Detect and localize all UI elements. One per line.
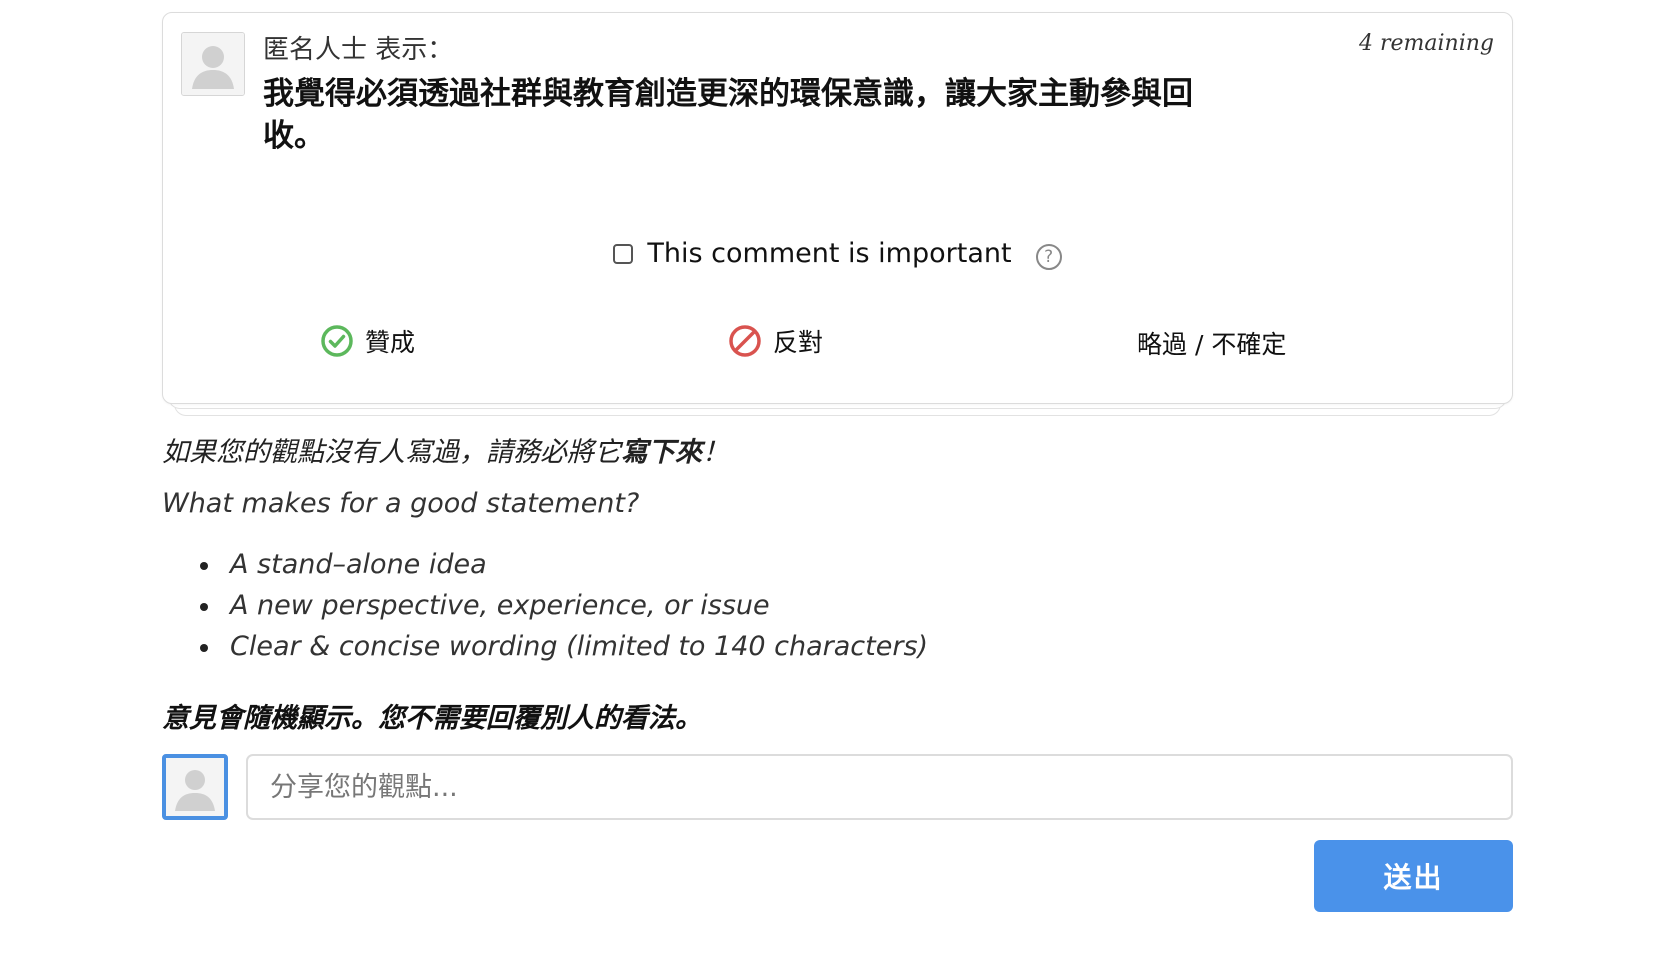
user-avatar-icon [162, 754, 228, 820]
statement-tips-list: A stand–alone idea A new perspective, ex… [196, 544, 928, 667]
list-item: A stand–alone idea [196, 544, 928, 585]
important-checkbox[interactable] [613, 244, 634, 264]
pass-label: 略過 / 不確定 [1137, 330, 1287, 359]
agree-label: 贊成 [365, 328, 416, 357]
agree-button[interactable]: 贊成 [321, 323, 415, 359]
random-order-note: 意見會隨機顯示。您不需要回覆別人的看法。 [162, 703, 702, 734]
conversation-page: 匿名人士 表示： 4 remaining 我覺得必須透過社群與教育創造更深的環保… [162, 12, 1513, 912]
statement-card-stack: 匿名人士 表示： 4 remaining 我覺得必須透過社群與教育創造更深的環保… [162, 12, 1513, 420]
important-toggle[interactable]: This comment is important? [163, 238, 1512, 270]
share-opinion-input[interactable] [246, 754, 1513, 820]
statement-card: 匿名人士 表示： 4 remaining 我覺得必須透過社群與教育創造更深的環保… [162, 12, 1513, 404]
question-circle-icon[interactable]: ? [1035, 244, 1062, 270]
remaining-count: 4 remaining [1359, 31, 1494, 56]
write-prompt-emphasis: 寫下來 [621, 437, 702, 468]
disagree-button[interactable]: 反對 [729, 323, 823, 359]
author-line: 匿名人士 表示： [263, 35, 454, 65]
important-label: This comment is important [647, 238, 1012, 269]
write-prompt-prefix: 如果您的觀點沒有人寫過，請務必將它 [162, 437, 621, 468]
pass-button[interactable]: 略過 / 不確定 [1137, 325, 1286, 361]
vote-row: 贊成 反對 略過 / 不確定 [163, 323, 1512, 363]
submit-button[interactable]: 送出 [1314, 840, 1513, 912]
prohibit-icon [729, 325, 761, 357]
list-item: A new perspective, experience, or issue [196, 585, 928, 626]
anonymous-avatar-icon [181, 32, 245, 96]
list-item: Clear & concise wording (limited to 140 … [196, 626, 928, 667]
disagree-label: 反對 [773, 328, 824, 357]
statement-text: 我覺得必須透過社群與教育創造更深的環保意識，讓大家主動參與回收。 [263, 76, 1193, 154]
write-prompt: 如果您的觀點沒有人寫過，請務必將它寫下來！ [162, 430, 729, 469]
check-circle-icon [321, 325, 353, 357]
good-statement-question: What makes for a good statement? [162, 488, 640, 519]
write-prompt-suffix: ！ [702, 437, 729, 468]
